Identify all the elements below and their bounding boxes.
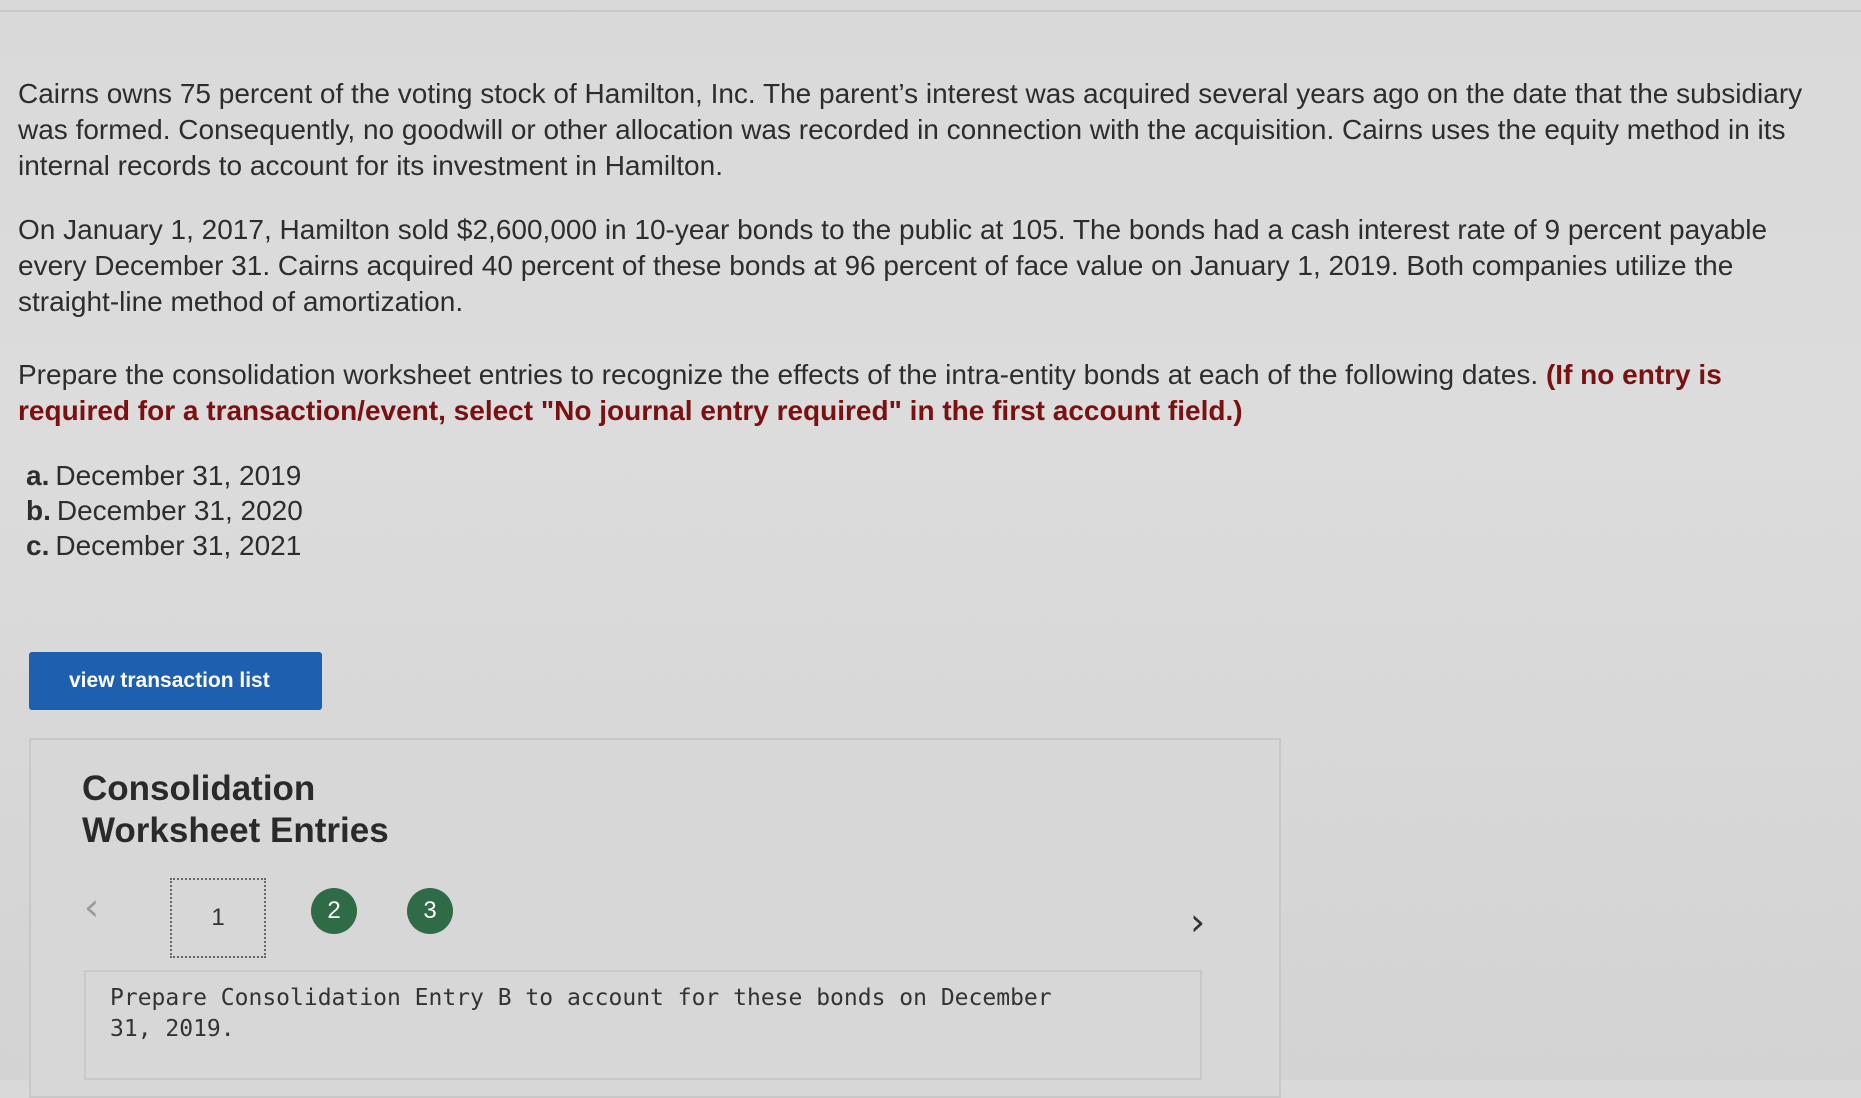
step-2-button[interactable]: 2 — [311, 888, 357, 934]
date-list: a. December 31, 2019 b. December 31, 2020 … — [26, 458, 303, 563]
top-divider — [0, 10, 1861, 12]
date-item-a: a. December 31, 2019 — [26, 458, 303, 493]
next-chevron-icon[interactable]: › — [1190, 903, 1220, 941]
date-text: December 31, 2019 — [55, 460, 302, 491]
worksheet-title: Consolidation Worksheet Entries — [82, 769, 389, 850]
page: Cairns owns 75 percent of the voting sto… — [0, 0, 1861, 1098]
problem-paragraph-1: Cairns owns 75 percent of the voting sto… — [18, 78, 1803, 181]
date-item-b: b. December 31, 2020 — [26, 493, 303, 528]
problem-paragraph-2: On January 1, 2017, Hamilton sold $2,600… — [18, 214, 1768, 317]
date-letter: b. — [26, 495, 51, 526]
instructions-text: Prepare the consolidation worksheet entr… — [18, 359, 1546, 390]
date-text: December 31, 2020 — [56, 495, 303, 526]
view-transaction-list-button[interactable]: view transaction list — [29, 652, 322, 710]
problem-paragraph-3: Prepare the consolidation worksheet entr… — [18, 357, 1838, 429]
date-letter: a. — [26, 460, 50, 491]
date-letter: c. — [26, 530, 50, 561]
step-3-button[interactable]: 3 — [407, 888, 453, 934]
date-text: December 31, 2021 — [55, 530, 302, 561]
prev-chevron-icon[interactable]: ‹ — [84, 888, 112, 926]
entry-prompt-text: Prepare Consolidation Entry B to account… — [110, 985, 1052, 1042]
date-item-c: c. December 31, 2021 — [26, 528, 303, 563]
step-1-button[interactable]: 1 — [170, 878, 266, 958]
